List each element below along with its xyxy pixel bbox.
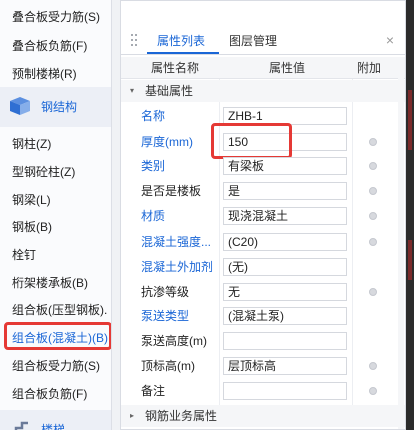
nav-item-stud[interactable]: 栓钉 [12,246,36,264]
nav-item-composite-slab-negative-rebar-2[interactable]: 组合板负筋(F) [12,385,87,403]
panel-tabbar: 属性列表 图层管理 × [121,27,405,55]
extra-toggle[interactable] [369,138,377,146]
nav-item-src-column[interactable]: 型钢砼柱(Z) [12,163,75,181]
extra-toggle[interactable] [369,238,377,246]
drag-handle-icon[interactable] [131,34,139,48]
property-value[interactable]: 层顶标高 [223,357,347,375]
property-name: 类别 [141,159,166,173]
property-value[interactable]: 有梁板 [223,157,347,175]
property-row: 泵送类型 (混凝土泵) [121,305,405,327]
group-label: 钢筋业务属性 [145,409,218,423]
property-value[interactable]: 无 [223,283,347,301]
property-row: 是否是楼板 是 [121,180,405,202]
group-label: 基础属性 [145,84,194,98]
nav-item-steel-beam[interactable]: 钢梁(L) [12,191,51,209]
header-property-value: 属性值 [269,61,306,75]
property-name: 厚度(mm) [141,135,193,149]
property-value[interactable]: 现浇混凝土 [223,207,347,225]
nav-item-composite-slab-stressed-rebar[interactable]: 叠合板受力筋(S) [12,8,100,26]
property-panel: 属性列表 图层管理 × 属性名称 属性值 附加 ▾ 基础属性 名称 ZHB-1 … [120,0,406,430]
extra-toggle[interactable] [369,187,377,195]
canvas-edge [406,0,414,430]
vertical-scrollbar[interactable] [398,57,404,429]
property-row: 类别 有梁板 [121,155,405,177]
nav-section-label: 钢结构 [41,100,78,114]
property-value[interactable] [223,382,347,400]
property-name: 泵送类型 [141,309,190,323]
nav-item-composite-slab-negative-rebar[interactable]: 叠合板负筋(F) [12,37,87,55]
property-row: 材质 现浇混凝土 [121,205,405,227]
selection-highlight-box [4,322,111,350]
close-icon[interactable]: × [383,33,397,47]
property-value[interactable]: (C20) [223,233,347,251]
extra-toggle[interactable] [369,362,377,370]
nav-item-truss-deck[interactable]: 桁架楼承板(B) [12,274,88,292]
property-name: 混凝土外加剂 [141,260,214,274]
nav-item-steel-column[interactable]: 钢柱(Z) [12,135,51,153]
property-value[interactable]: (无) [223,258,347,276]
extra-toggle[interactable] [369,288,377,296]
property-name: 混凝土强度... [141,235,212,249]
property-row: 抗渗等级 无 [121,281,405,303]
extra-toggle[interactable] [369,387,377,395]
property-value[interactable] [223,332,347,350]
collapse-caret-icon[interactable]: ▾ [130,86,140,96]
active-tab-indicator [147,52,219,54]
property-row: 混凝土外加剂 (无) [121,256,405,278]
property-name: 备注 [141,384,166,398]
property-row: 备注 [121,380,405,402]
nav-section-stairs[interactable]: 楼梯 [0,410,111,430]
property-row: 泵送高度(m) [121,330,405,352]
group-rebar-properties[interactable]: ▸ 钢筋业务属性 [121,405,405,427]
expand-caret-icon[interactable]: ▸ [130,411,140,421]
panel-gap [112,0,120,430]
nav-item-precast-stair[interactable]: 预制楼梯(R) [12,65,77,83]
property-row: 混凝土强度... (C20) [121,231,405,253]
nav-item-composite-slab-stressed-rebar-2[interactable]: 组合板受力筋(S) [12,357,100,375]
property-name: 名称 [141,109,166,123]
component-tree-panel: 叠合板受力筋(S) 叠合板负筋(F) 预制楼梯(R) 钢结构 钢柱(Z) 型钢砼… [0,0,112,430]
nav-section-label: 楼梯 [41,423,66,430]
nav-item-composite-slab-deck[interactable]: 组合板(压型钢板). [12,301,107,319]
stairs-icon [14,421,28,430]
header-extra: 附加 [357,61,382,75]
property-value[interactable]: (混凝土泵) [223,307,347,325]
header-property-name: 属性名称 [151,61,200,75]
nav-section-steel-structure[interactable]: 钢结构 [0,87,111,127]
canvas-fragment [408,240,412,280]
extra-toggle[interactable] [369,212,377,220]
tab-property-list[interactable]: 属性列表 [157,32,205,50]
canvas-fragment [408,90,412,150]
tab-layer-management[interactable]: 图层管理 [229,32,277,50]
extra-toggle[interactable] [369,162,377,170]
thickness-highlight-box [211,123,292,159]
property-row: 顶标高(m) 层顶标高 [121,355,405,377]
property-table-header: 属性名称 属性值 附加 [121,57,405,79]
property-name: 是否是楼板 [141,184,202,198]
property-name: 材质 [141,209,166,223]
property-name: 顶标高(m) [141,359,195,373]
property-name: 抗渗等级 [141,285,190,299]
group-basic-properties[interactable]: ▾ 基础属性 [121,80,405,102]
property-value[interactable]: 是 [223,182,347,200]
nav-item-steel-plate[interactable]: 钢板(B) [12,218,52,236]
property-name: 泵送高度(m) [141,334,207,348]
steel-beam-icon [10,97,30,115]
